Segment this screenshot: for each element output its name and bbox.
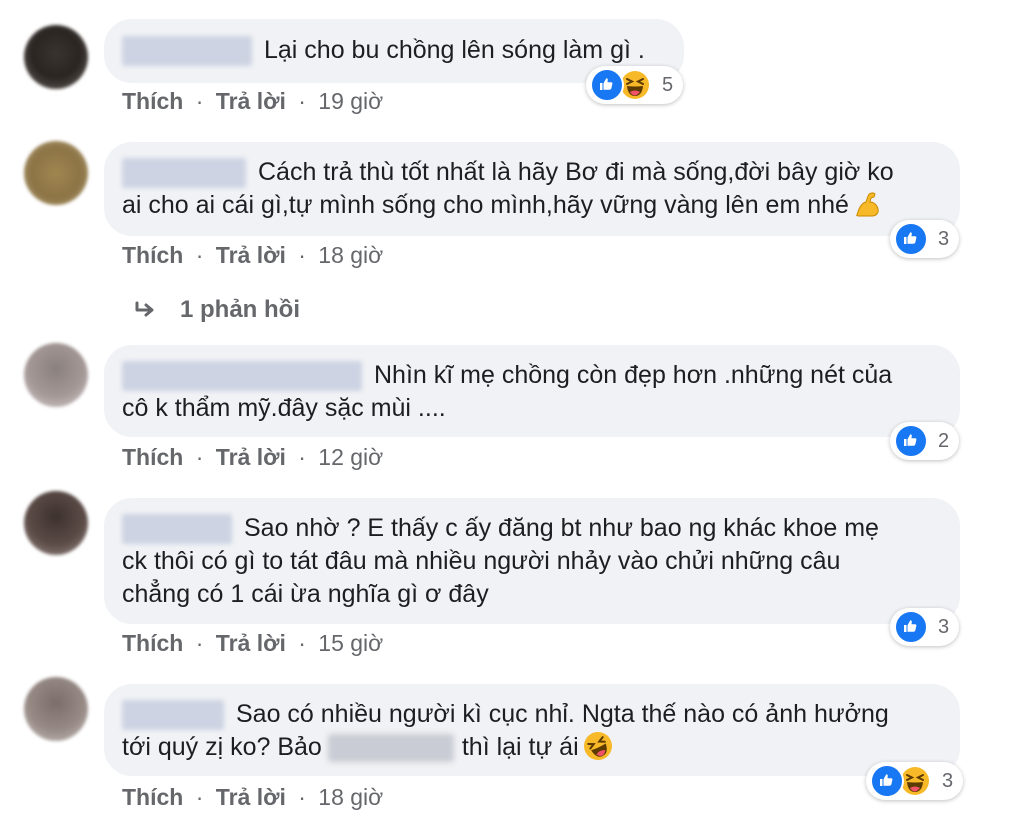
comment-text-line: chẳng có 1 cái ừa nghĩa gì ơ đây (122, 580, 489, 608)
comment-bubble: Nhìn kĩ mẹ chồng còn đẹp hơn .những nét … (104, 345, 960, 437)
view-replies-link[interactable]: 1 phản hồi (134, 296, 300, 324)
timestamp[interactable]: 18 giờ (318, 784, 383, 810)
flexed-biceps-emoji (856, 192, 879, 217)
like-link[interactable]: Thích (122, 630, 183, 656)
timestamp[interactable]: 15 giờ (318, 630, 383, 656)
comment-text-line: cô k thẩm mỹ.đây sặc mùi .... (122, 394, 446, 422)
separator: · (298, 784, 306, 810)
comment-text-line: Nhìn kĩ mẹ chồng còn đẹp hơn .những nét … (374, 361, 893, 389)
timestamp[interactable]: 19 giờ (318, 88, 383, 114)
reply-link[interactable]: Trả lời (216, 444, 286, 470)
reaction-count: 3 (942, 769, 954, 792)
comment-actions: Thích · Trả lời · 15 giờ (122, 630, 383, 657)
comment-actions: Thích · Trả lời · 19 giờ (122, 88, 383, 115)
timestamp[interactable]: 18 giờ (318, 242, 383, 268)
like-reaction-icon (894, 610, 928, 644)
separator: · (195, 630, 204, 656)
comment-text-line: ck thôi có gì to tát đâu mà nhiều người … (122, 547, 841, 575)
reaction-summary[interactable]: 5 (586, 66, 684, 104)
comment-actions: Thích · Trả lời · 18 giờ (122, 784, 383, 811)
comment-text-line: Sao có nhiều người kì cục nhỉ. Ngta thế … (236, 700, 889, 728)
reaction-count: 3 (938, 227, 950, 250)
comment-text: Lại cho bu chồng lên sóng làm gì . (264, 36, 645, 64)
reply-link[interactable]: Trả lời (216, 242, 286, 268)
avatar[interactable] (24, 141, 88, 205)
like-reaction-icon (590, 68, 624, 102)
comment-text-line: tới quý zị ko? Bảo (122, 733, 322, 761)
comment-bubble: Cách trả thù tốt nhất là hãy Bơ đi mà số… (104, 142, 960, 236)
comment-bubble: Sao có nhiều người kì cục nhỉ. Ngta thế … (104, 684, 960, 776)
comment-text-line: Cách trả thù tốt nhất là hãy Bơ đi mà số… (258, 158, 894, 186)
separator: · (298, 444, 306, 470)
separator: · (195, 88, 204, 114)
reaction-summary[interactable]: 3 (866, 762, 964, 800)
separator: · (195, 242, 204, 268)
reaction-summary[interactable]: 3 (890, 220, 960, 258)
separator: · (195, 784, 204, 810)
reaction-count: 3 (938, 615, 950, 638)
reaction-summary[interactable]: 2 (890, 422, 960, 460)
author-name-blurred[interactable] (122, 158, 246, 189)
comment-text-line: ai cho ai cái gì,tự mình sống cho mình,h… (122, 191, 849, 219)
author-name-blurred[interactable] (122, 361, 362, 392)
like-reaction-icon (894, 222, 928, 256)
blurred-text (327, 734, 454, 763)
comment-text-line: thì lại tự ái (461, 733, 579, 761)
reply-link[interactable]: Trả lời (216, 88, 286, 114)
avatar[interactable] (24, 25, 88, 89)
separator: · (195, 444, 204, 470)
separator: · (298, 88, 306, 114)
reaction-count: 5 (662, 73, 674, 96)
avatar[interactable] (24, 491, 88, 555)
avatar[interactable] (24, 343, 88, 407)
timestamp[interactable]: 12 giờ (318, 444, 383, 470)
like-link[interactable]: Thích (122, 784, 183, 810)
separator: · (298, 630, 306, 656)
comment-text-line: Sao nhờ ? E thấy c ấy đăng bt như bao ng… (244, 514, 879, 542)
replies-count-label: 1 phản hồi (180, 296, 300, 323)
comment-actions: Thích · Trả lời · 18 giờ (122, 242, 383, 269)
like-reaction-icon (870, 764, 904, 798)
like-link[interactable]: Thích (122, 444, 183, 470)
reaction-count: 2 (938, 429, 950, 452)
author-name-blurred[interactable] (122, 514, 232, 545)
author-name-blurred[interactable] (122, 36, 252, 67)
reaction-summary[interactable]: 3 (890, 608, 960, 646)
like-reaction-icon (894, 424, 928, 458)
comment-actions: Thích · Trả lời · 12 giờ (122, 444, 383, 471)
reply-link[interactable]: Trả lời (216, 784, 286, 810)
like-link[interactable]: Thích (122, 242, 183, 268)
rolling-laughing-emoji (583, 731, 613, 761)
separator: · (298, 242, 306, 268)
reply-link[interactable]: Trả lời (216, 630, 286, 656)
author-name-blurred[interactable] (122, 700, 224, 731)
comment-bubble: Sao nhờ ? E thấy c ấy đăng bt như bao ng… (104, 498, 960, 624)
avatar[interactable] (24, 677, 88, 741)
like-link[interactable]: Thích (122, 88, 183, 114)
reply-arrow-icon (135, 301, 154, 317)
